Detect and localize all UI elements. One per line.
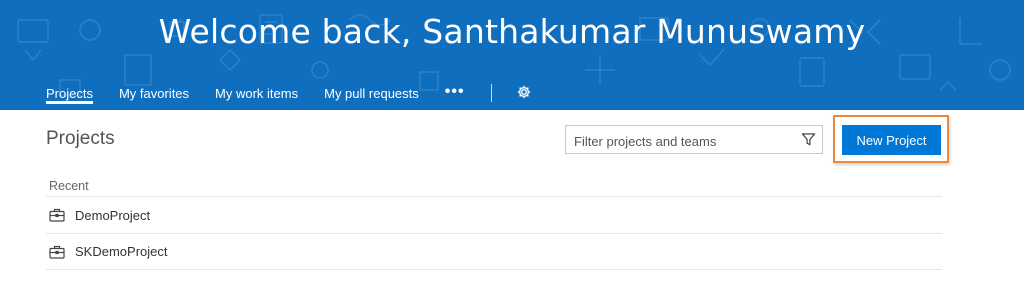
hub-navigation: Projects My favorites My work items My p… xyxy=(46,80,531,110)
more-options-icon[interactable]: ••• xyxy=(445,80,465,101)
project-name[interactable]: SKDemoProject xyxy=(75,244,167,259)
new-project-button[interactable]: New Project xyxy=(842,125,941,155)
project-name[interactable]: DemoProject xyxy=(75,208,150,223)
filter-box xyxy=(565,125,823,154)
nav-divider xyxy=(490,84,492,102)
list-item[interactable]: SKDemoProject xyxy=(46,233,942,270)
tab-my-favorites[interactable]: My favorites xyxy=(119,80,189,104)
recent-section-label: Recent xyxy=(49,179,89,193)
recent-projects-list: DemoProject SKDemoProject xyxy=(46,196,942,270)
welcome-banner: Welcome back, Santhakumar Munuswamy Proj… xyxy=(0,0,1024,110)
filter-projects-input[interactable] xyxy=(572,130,794,152)
gear-icon[interactable] xyxy=(517,85,531,99)
tab-my-work-items[interactable]: My work items xyxy=(215,80,298,104)
briefcase-icon xyxy=(49,208,65,222)
tab-my-pull-requests[interactable]: My pull requests xyxy=(324,80,419,104)
page-title: Projects xyxy=(46,128,115,149)
welcome-title: Welcome back, Santhakumar Munuswamy xyxy=(158,12,866,51)
list-item[interactable]: DemoProject xyxy=(46,196,942,233)
filter-icon[interactable] xyxy=(801,132,816,147)
briefcase-icon xyxy=(49,245,65,259)
tab-projects[interactable]: Projects xyxy=(46,80,93,104)
